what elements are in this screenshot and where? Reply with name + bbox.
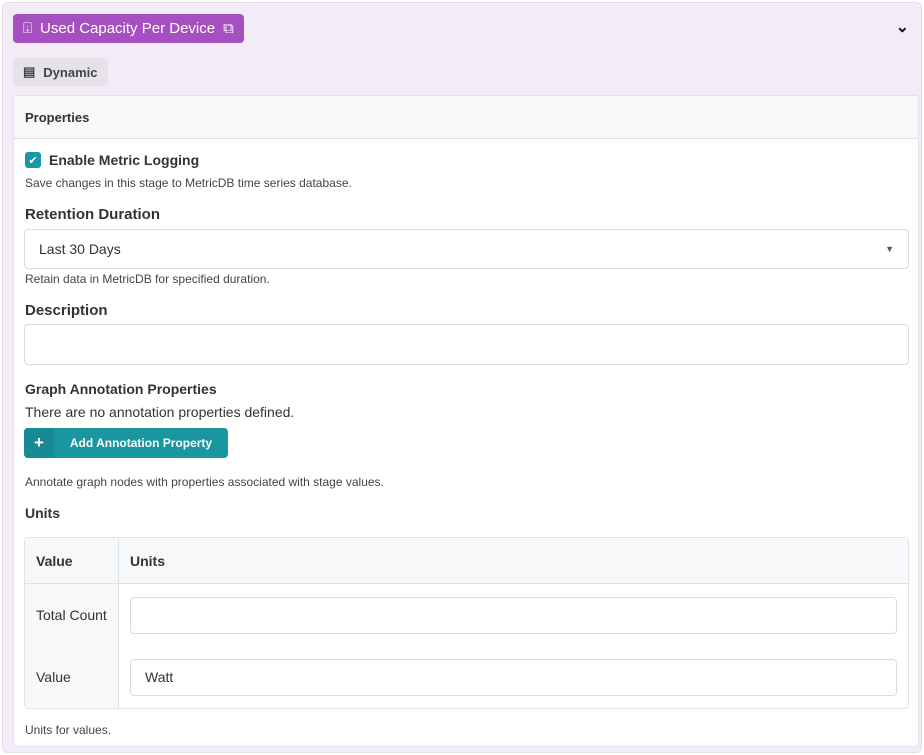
units-label: Units — [25, 505, 60, 521]
table-row: Total Count — [25, 584, 908, 646]
stage-icon: ⍗ — [23, 20, 33, 37]
badge-label: Dynamic — [43, 64, 98, 80]
units-input[interactable]: Watt — [130, 658, 897, 696]
add-annotation-label: Add Annotation Property — [69, 436, 213, 450]
units-input[interactable] — [130, 596, 897, 634]
row-value: Total Count — [25, 584, 119, 646]
retention-label: Retention Duration — [25, 206, 160, 223]
stage-title: Used Capacity Per Device — [40, 20, 216, 37]
check-icon[interactable]: ✔ — [25, 152, 41, 168]
column-header-value: Value — [25, 538, 119, 584]
annotations-label: Graph Annotation Properties — [25, 381, 217, 397]
metric-logging-help: Save changes in this stage to MetricDB t… — [25, 176, 352, 190]
metric-logging-label: Enable Metric Logging — [49, 152, 200, 168]
units-table: Value Units Total Count Value Watt — [24, 537, 909, 709]
units-help: Units for values. — [25, 723, 112, 737]
panel-title: Properties — [14, 96, 918, 139]
caret-down-icon: ▼ — [885, 244, 894, 254]
column-header-units: Units — [119, 538, 908, 584]
metric-logging-checkbox[interactable]: ✔ Enable Metric Logging — [25, 152, 199, 168]
copy-icon[interactable]: ⧉ — [223, 20, 234, 37]
chevron-down-icon[interactable]: ⌄ — [896, 17, 909, 37]
retention-select[interactable]: Last 30 Days ▼ — [24, 229, 909, 269]
row-value: Value — [25, 646, 119, 708]
description-label: Description — [25, 302, 108, 319]
stage-card: ⍗ Used Capacity Per Device ⧉ ⌄ ▤ Dynamic… — [2, 2, 922, 753]
annotations-empty: There are no annotation properties defin… — [25, 404, 295, 420]
add-annotation-button[interactable]: + Add Annotation Property — [24, 428, 228, 458]
properties-panel: Properties ✔ Enable Metric Logging Save … — [13, 95, 919, 747]
table-row: Value Watt — [25, 646, 908, 708]
description-input[interactable] — [24, 324, 909, 365]
area-chart-icon: ▤ — [23, 64, 36, 79]
annotations-help: Annotate graph nodes with properties ass… — [25, 475, 384, 489]
dynamic-badge: ▤ Dynamic — [13, 58, 108, 86]
retention-help: Retain data in MetricDB for specified du… — [25, 272, 270, 286]
stage-title-button[interactable]: ⍗ Used Capacity Per Device ⧉ — [13, 14, 244, 43]
retention-value: Last 30 Days — [39, 241, 121, 257]
plus-icon: + — [24, 428, 54, 458]
